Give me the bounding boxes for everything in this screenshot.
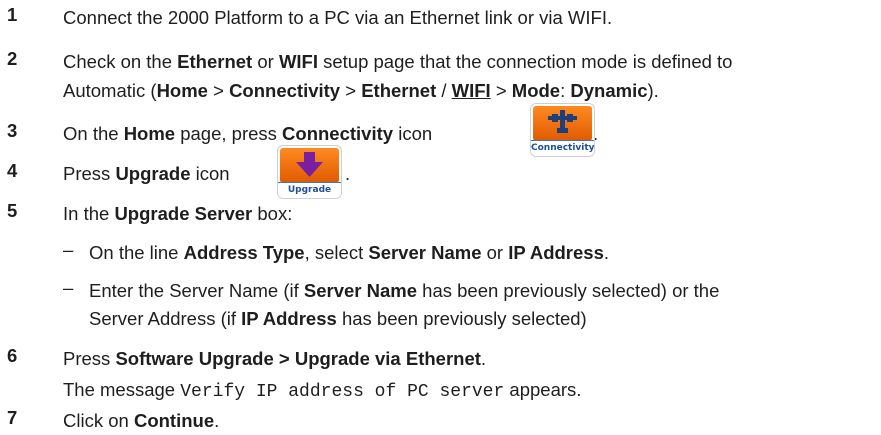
step-text: Click on Continue. xyxy=(63,410,220,431)
connectivity-icon: Connectivity xyxy=(531,104,594,156)
step-number: 4 xyxy=(7,160,18,181)
step-number: 6 xyxy=(7,345,18,366)
step-number: 7 xyxy=(7,407,18,428)
step-text-line-1: Check on the Ethernet or WIFI setup page… xyxy=(63,51,733,72)
substep-text: On the line Address Type, select Server … xyxy=(89,242,610,263)
substep-text-line-1: Enter the Server Name (if Server Name ha… xyxy=(89,280,720,301)
step-number: 1 xyxy=(7,4,18,25)
bullet-dash: – xyxy=(63,277,74,298)
step-message: The message Verify IP address of PC serv… xyxy=(63,379,582,402)
upgrade-icon: Upgrade xyxy=(278,146,341,198)
step-text-period: . xyxy=(345,163,351,184)
step-text: In the Upgrade Server box: xyxy=(63,203,293,224)
upgrade-icon-label: Upgrade xyxy=(278,182,341,198)
step-number: 2 xyxy=(7,48,18,69)
message-code: Verify IP address of PC server xyxy=(180,382,505,402)
step-number: 5 xyxy=(7,200,18,221)
step-number: 3 xyxy=(7,120,18,141)
step-text: Connect the 2000 Platform to a PC via an… xyxy=(63,7,613,28)
step-text-line-2: Automatic (Home > Connectivity > Etherne… xyxy=(63,80,659,101)
substep-text-line-2: Server Address (if IP Address has been p… xyxy=(89,308,587,329)
bullet-dash: – xyxy=(63,239,74,260)
connectivity-icon-label: Connectivity xyxy=(531,140,594,156)
step-text: On the Home page, press Connectivity ico… xyxy=(63,123,433,144)
step-text: Press Upgrade icon xyxy=(63,163,230,184)
step-text: Press Software Upgrade > Upgrade via Eth… xyxy=(63,348,487,369)
